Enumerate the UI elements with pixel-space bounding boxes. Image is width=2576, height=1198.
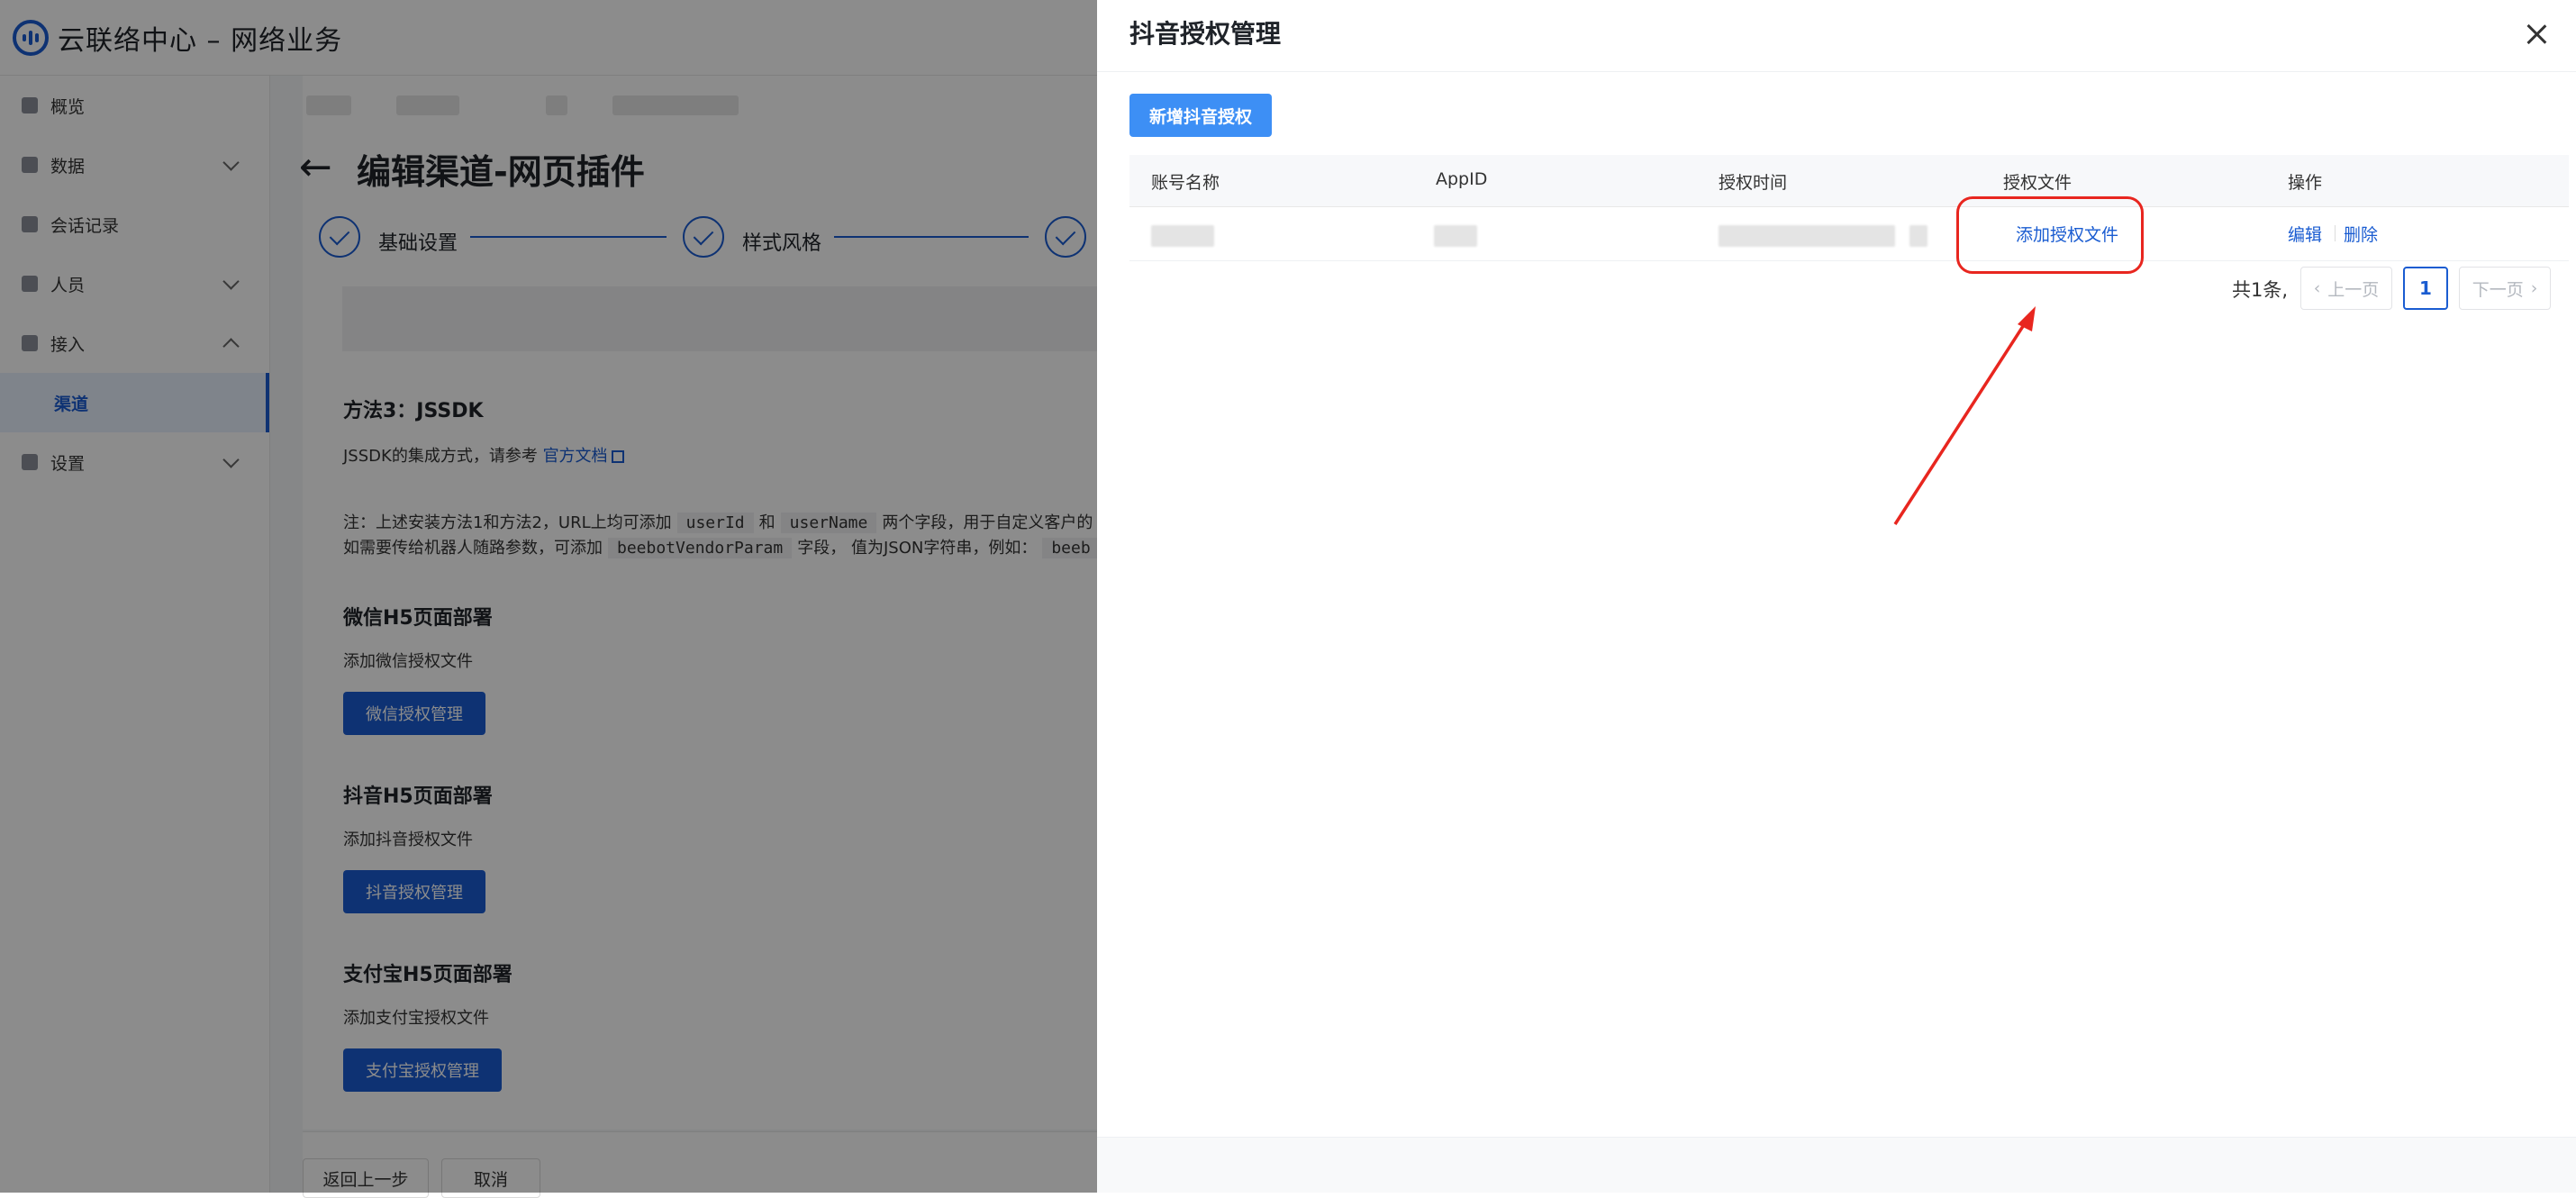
- annotation-arrow-icon: [1893, 306, 2036, 525]
